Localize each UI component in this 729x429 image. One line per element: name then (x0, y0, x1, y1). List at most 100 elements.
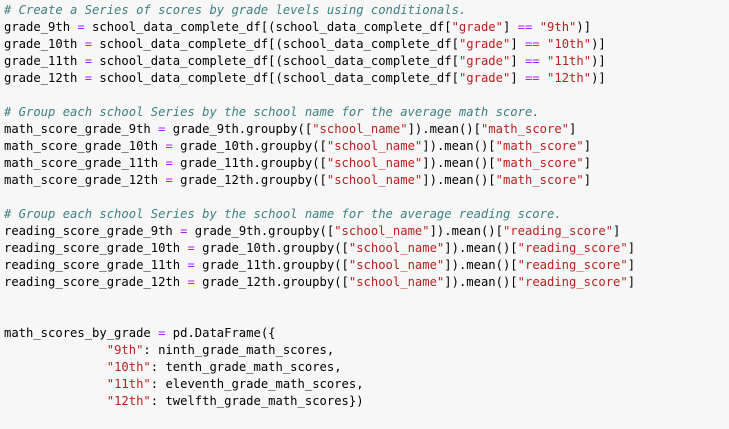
code-token-string-literal: "12th" (547, 71, 592, 85)
code-token-code-text: math_score_grade_9th (4, 122, 159, 136)
code-token-code-text: math_scores_by_grade (4, 326, 159, 340)
code-token-string-literal: "school_name" (334, 224, 430, 238)
code-token-string-literal: "math_score" (495, 156, 584, 170)
code-line: reading_score_grade_10th = grade_10th.gr… (4, 240, 729, 257)
code-token-code-text: grade_9th (4, 20, 78, 34)
code-token-string-literal: "11th" (106, 377, 151, 391)
code-line: grade_9th = school_data_complete_df[(sch… (4, 19, 729, 36)
code-token-operator: = (187, 258, 195, 272)
code-token-operator: == (525, 37, 540, 51)
code-token-string-literal: "school_name" (312, 122, 408, 136)
code-token-code-text: )] (576, 20, 592, 34)
code-token-code-text: ] (583, 139, 592, 153)
code-token-comment: # Group each school Series by the school… (4, 105, 540, 119)
code-token-code-text: : tenth_grade_math_scores, (150, 360, 342, 374)
code-line: "9th": ninth_grade_math_scores, (4, 342, 729, 359)
code-token-code-text: ]).mean()[ (422, 139, 496, 153)
code-token-code-text: ] (569, 122, 577, 136)
code-token-operator: == (525, 71, 540, 85)
code-token-code-text: ]).mean()[ (429, 224, 503, 238)
code-editor[interactable]: # Create a Series of scores by grade lev… (4, 2, 729, 410)
code-line: # Group each school Series by the school… (4, 206, 729, 223)
code-token-operator: == (525, 54, 540, 68)
code-token-code-text (532, 20, 539, 34)
code-token-operator: = (165, 139, 173, 153)
code-token-code-text: reading_score_grade_11th (4, 258, 188, 272)
code-token-string-literal: "grade" (458, 37, 511, 51)
code-token-code-text: ]).mean()[ (422, 173, 496, 187)
code-token-code-text: grade_11th.groupby([ (194, 258, 349, 272)
code-token-string-literal: "9th" (539, 20, 577, 34)
code-token-code-text: ] (627, 258, 636, 272)
code-token-string-literal: "12th" (106, 394, 151, 408)
code-token-comment: # Create a Series of scores by grade lev… (4, 3, 467, 17)
code-token-code-text: ]).mean()[ (444, 241, 518, 255)
code-token-code-text: : eleventh_grade_math_scores, (150, 377, 364, 391)
code-token-operator: = (77, 20, 85, 34)
code-token-code-text: grade_9th.groupby([ (187, 224, 335, 238)
code-token-string-literal: "school_name" (326, 139, 423, 153)
code-token-code-text: ] (583, 173, 592, 187)
code-token-string-literal: "reading_score" (517, 258, 628, 272)
code-token-operator: = (84, 54, 93, 68)
code-token-code-text (4, 394, 107, 408)
code-token-code-text: ]).mean()[ (444, 275, 518, 289)
code-token-operator: = (84, 71, 93, 85)
code-line: grade_10th = school_data_complete_df[(sc… (4, 36, 729, 53)
code-token-code-text: grade_11th.groupby([ (172, 156, 327, 170)
code-token-code-text: ] (613, 224, 621, 238)
code-token-string-literal: "math_score" (480, 122, 570, 136)
code-token-string-literal: "grade" (458, 71, 511, 85)
code-token-code-text (4, 343, 107, 357)
code-token-code-text: ] (510, 37, 525, 51)
code-token-code-text (4, 360, 107, 374)
code-token-code-text: school_data_complete_df[(school_data_com… (92, 54, 459, 68)
code-token-string-literal: "reading_score" (502, 224, 614, 238)
code-line: grade_12th = school_data_complete_df[(sc… (4, 70, 729, 87)
code-token-string-literal: "grade" (458, 54, 511, 68)
code-line: grade_11th = school_data_complete_df[(sc… (4, 53, 729, 70)
code-token-code-text: ] (627, 241, 636, 255)
code-token-code-text: grade_11th (4, 54, 85, 68)
code-line: "10th": tenth_grade_math_scores, (4, 359, 729, 376)
code-line: math_score_grade_11th = grade_11th.group… (4, 155, 729, 172)
code-token-code-text: grade_10th.groupby([ (194, 241, 349, 255)
code-token-code-text (540, 54, 547, 68)
code-token-code-text: math_score_grade_10th (4, 139, 166, 153)
code-line: math_score_grade_9th = grade_9th.groupby… (4, 121, 729, 138)
code-token-code-text: ] (502, 20, 518, 34)
code-token-code-text: grade_10th (4, 37, 85, 51)
code-token-string-literal: "10th" (106, 360, 151, 374)
code-line: math_score_grade_12th = grade_12th.group… (4, 172, 729, 189)
code-token-operator: == (517, 20, 533, 34)
code-token-string-literal: "9th" (106, 343, 144, 357)
code-token-code-text: )] (591, 37, 606, 51)
code-token-code-text: math_score_grade_11th (4, 156, 166, 170)
code-token-code-text (540, 37, 547, 51)
code-token-comment: # Group each school Series by the school… (4, 207, 562, 221)
code-token-string-literal: "reading_score" (517, 275, 628, 289)
code-token-string-literal: "math_score" (495, 173, 584, 187)
code-token-string-literal: "school_name" (348, 275, 445, 289)
code-line: reading_score_grade_12th = grade_12th.gr… (4, 274, 729, 291)
code-cell[interactable]: # Create a Series of scores by grade lev… (0, 0, 729, 429)
code-token-code-text: math_score_grade_12th (4, 173, 166, 187)
code-token-code-text: ]).mean()[ (444, 258, 518, 272)
code-token-operator: = (187, 275, 195, 289)
code-token-code-text: reading_score_grade_10th (4, 241, 188, 255)
code-token-code-text: pd.DataFrame({ (165, 326, 276, 340)
code-token-code-text: ] (510, 71, 525, 85)
code-token-code-text: school_data_complete_df[(school_data_com… (92, 71, 459, 85)
code-line: # Group each school Series by the school… (4, 104, 729, 121)
code-token-code-text: ] (627, 275, 636, 289)
code-token-string-literal: "10th" (547, 37, 592, 51)
code-token-code-text (4, 377, 107, 391)
code-token-string-literal: "school_name" (348, 241, 445, 255)
code-token-string-literal: "school_name" (348, 258, 445, 272)
code-token-code-text: )] (591, 71, 606, 85)
code-line: reading_score_grade_11th = grade_11th.gr… (4, 257, 729, 274)
